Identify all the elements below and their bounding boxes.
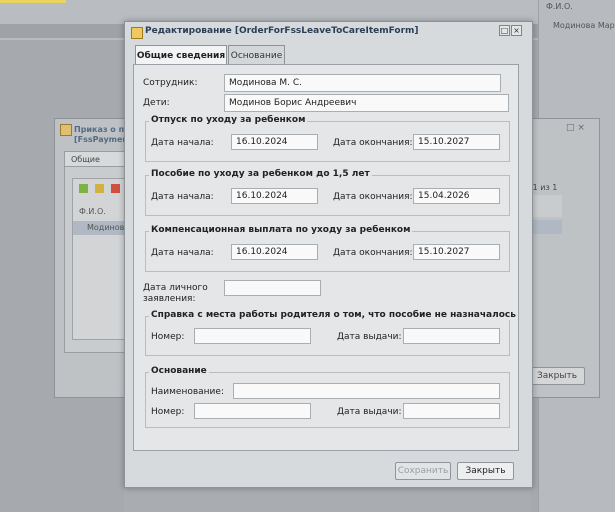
tab-general-info[interactable]: Общие сведения <box>135 45 227 65</box>
leave-end-label: Дата окончания: <box>333 138 413 148</box>
order-grid <box>72 178 130 340</box>
children-label: Дети: <box>143 98 170 108</box>
background-grid-header: Ф.И.О. <box>546 2 573 11</box>
order-window-buttons[interactable]: □ × <box>566 123 585 133</box>
certificate-number-label: Номер: <box>151 332 185 342</box>
window-icon <box>60 124 72 136</box>
order-window-tab[interactable]: Общие сведе <box>64 151 126 180</box>
order-window-close-button[interactable]: Закрыть <box>529 367 585 385</box>
basis-number-label: Номер: <box>151 407 185 417</box>
background-grid-cell: Модинова Мари <box>553 21 615 30</box>
close-button[interactable]: Закрыть <box>457 462 514 480</box>
certificate-number-field[interactable] <box>194 328 311 344</box>
background-accent <box>0 0 66 3</box>
order-grid-row[interactable]: Модинова <box>73 221 128 235</box>
application-date-field[interactable] <box>224 280 321 296</box>
compensation-end-label: Дата окончания: <box>333 248 413 258</box>
benefit-end-label: Дата окончания: <box>333 192 413 202</box>
close-icon[interactable]: × <box>511 25 522 36</box>
leave-start-date-field[interactable]: 16.10.2024 <box>231 134 318 150</box>
benefit-end-date-field[interactable]: 15.04.2026 <box>413 188 500 204</box>
order-grid-header: Ф.И.О. <box>79 207 106 216</box>
basis-number-field[interactable] <box>194 403 311 419</box>
benefit-start-date-field[interactable]: 16.10.2024 <box>231 188 318 204</box>
certificate-issue-date-label: Дата выдачи: <box>337 332 402 342</box>
leave-end-date-field[interactable]: 15.10.2027 <box>413 134 500 150</box>
compensation-start-label: Дата начала: <box>151 248 214 258</box>
employee-field[interactable]: Модинова М. С. <box>224 74 501 92</box>
application-date-label: Дата личного заявления: <box>143 283 208 304</box>
certificate-issue-date-field[interactable] <box>403 328 500 344</box>
restore-icon[interactable]: □ <box>499 25 510 36</box>
delete-icon[interactable] <box>111 184 120 193</box>
order-grid-right-strip <box>530 195 562 217</box>
basis-name-label: Наименование: <box>151 387 224 397</box>
basis-issue-date-field[interactable] <box>403 403 500 419</box>
compensation-start-date-field[interactable]: 16.10.2024 <box>231 244 318 260</box>
benefit-legend: Пособие по уходу за ребенком до 1,5 лет <box>149 169 372 179</box>
edit-icon[interactable] <box>95 184 104 193</box>
leave-start-label: Дата начала: <box>151 138 214 148</box>
employee-label: Сотрудник: <box>143 78 198 88</box>
save-button[interactable]: Сохранить <box>395 462 451 480</box>
dialog-title: Редактирование [OrderForFssLeaveToCareIt… <box>145 26 419 36</box>
basis-fieldset <box>145 372 510 428</box>
leave-legend: Отпуск по уходу за ребенком <box>149 115 308 125</box>
certificate-legend: Справка с места работы родителя о том, ч… <box>149 310 518 320</box>
form-icon <box>131 27 143 39</box>
tab-basis[interactable]: Основание <box>228 45 285 65</box>
compensation-legend: Компенсационная выплата по уходу за ребе… <box>149 225 413 235</box>
basis-name-field[interactable] <box>233 383 500 399</box>
order-grid-row-right <box>530 220 562 234</box>
add-icon[interactable] <box>79 184 88 193</box>
compensation-end-date-field[interactable]: 15.10.2027 <box>413 244 500 260</box>
order-window-title: Приказ о пр [FssPaymen <box>74 125 130 144</box>
basis-legend: Основание <box>149 366 209 376</box>
benefit-start-label: Дата начала: <box>151 192 214 202</box>
children-field[interactable]: Модинов Борис Андреевич <box>224 94 509 112</box>
basis-issue-date-label: Дата выдачи: <box>337 407 402 417</box>
